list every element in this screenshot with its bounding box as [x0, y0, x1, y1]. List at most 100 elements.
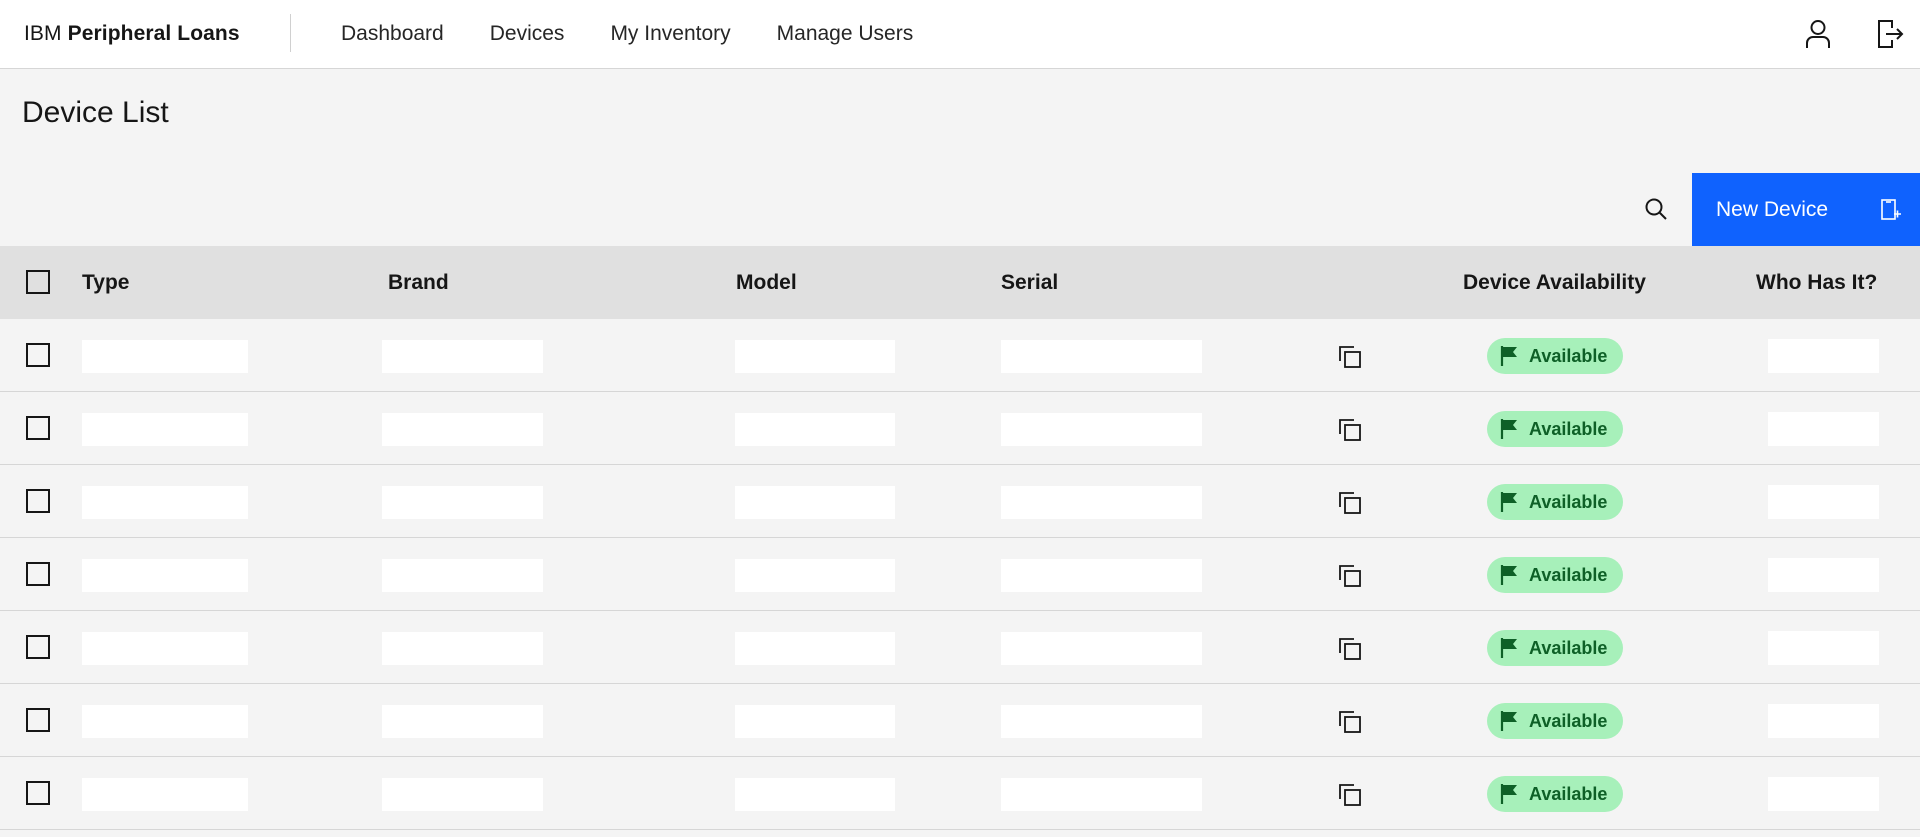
serial-cell: [1001, 340, 1202, 373]
brand-prefix: IBM: [24, 22, 62, 45]
copy-icon: [1339, 346, 1361, 368]
availability-label: Available: [1529, 345, 1608, 366]
who-has-it-cell: [1768, 558, 1879, 592]
copy-icon: [1339, 711, 1361, 733]
table-row: Available: [0, 465, 1920, 538]
row-checkbox[interactable]: [26, 343, 50, 367]
column-header-who-has-it[interactable]: Who Has It?: [1756, 246, 1877, 319]
row-checkbox[interactable]: [26, 562, 50, 586]
brand-cell: [382, 413, 543, 446]
copy-serial-button[interactable]: [1336, 781, 1364, 809]
type-cell: [82, 705, 248, 738]
copy-icon: [1339, 784, 1361, 806]
column-header-type[interactable]: Type: [82, 246, 129, 319]
copy-icon: [1339, 638, 1361, 660]
table-row: Available: [0, 611, 1920, 684]
column-header-serial[interactable]: Serial: [1001, 246, 1058, 319]
column-header-brand[interactable]: Brand: [388, 246, 449, 319]
copy-serial-button[interactable]: [1336, 635, 1364, 663]
row-checkbox[interactable]: [26, 708, 50, 732]
user-icon: [1806, 20, 1830, 48]
flag-icon: [1500, 492, 1517, 512]
table-row: Available: [0, 392, 1920, 465]
availability-label: Available: [1529, 418, 1608, 439]
flag-icon: [1500, 638, 1517, 658]
type-cell: [82, 778, 248, 811]
serial-cell: [1001, 778, 1202, 811]
copy-serial-button[interactable]: [1336, 343, 1364, 371]
availability-label: Available: [1529, 491, 1608, 512]
select-all-checkbox[interactable]: [26, 270, 50, 294]
serial-cell: [1001, 705, 1202, 738]
table-row: Available: [0, 684, 1920, 757]
nav-dashboard[interactable]: Dashboard: [318, 0, 467, 68]
copy-serial-button[interactable]: [1336, 708, 1364, 736]
row-checkbox[interactable]: [26, 635, 50, 659]
page-title: Device List: [22, 96, 169, 129]
app-brand[interactable]: IBM Peripheral Loans: [24, 0, 240, 68]
availability-label: Available: [1529, 783, 1608, 804]
flag-icon: [1500, 784, 1517, 804]
table-row: Available: [0, 757, 1920, 830]
flag-icon: [1500, 419, 1517, 439]
brand-cell: [382, 778, 543, 811]
nav-devices[interactable]: Devices: [467, 0, 588, 68]
main-nav: Dashboard Devices My Inventory Manage Us…: [318, 0, 936, 68]
brand-name: Peripheral Loans: [67, 22, 240, 45]
brand-cell: [382, 705, 543, 738]
row-checkbox[interactable]: [26, 416, 50, 440]
column-header-availability[interactable]: Device Availability: [1463, 246, 1646, 319]
status-badge: Available: [1487, 557, 1624, 593]
new-device-button[interactable]: New Device: [1692, 173, 1920, 246]
brand-cell: [382, 340, 543, 373]
brand-cell: [382, 559, 543, 592]
table-search-button[interactable]: [1626, 172, 1686, 246]
brand-cell: [382, 486, 543, 519]
status-badge: Available: [1487, 703, 1624, 739]
table-row: Available: [0, 538, 1920, 611]
add-device-icon: [1881, 199, 1901, 220]
serial-cell: [1001, 559, 1202, 592]
availability-label: Available: [1529, 564, 1608, 585]
who-has-it-cell: [1768, 704, 1879, 738]
status-badge: Available: [1487, 338, 1624, 374]
type-cell: [82, 559, 248, 592]
copy-serial-button[interactable]: [1336, 562, 1364, 590]
serial-cell: [1001, 632, 1202, 665]
flag-icon: [1500, 565, 1517, 585]
who-has-it-cell: [1768, 412, 1879, 446]
logout-button[interactable]: [1869, 12, 1913, 56]
availability-label: Available: [1529, 710, 1608, 731]
type-cell: [82, 486, 248, 519]
model-cell: [735, 559, 895, 592]
status-badge: Available: [1487, 630, 1624, 666]
copy-serial-button[interactable]: [1336, 416, 1364, 444]
copy-icon: [1339, 492, 1361, 514]
type-cell: [82, 632, 248, 665]
type-cell: [82, 413, 248, 446]
table-row: Available: [0, 319, 1920, 392]
model-cell: [735, 705, 895, 738]
copy-serial-button[interactable]: [1336, 489, 1364, 517]
new-device-label: New Device: [1716, 197, 1829, 221]
copy-icon: [1339, 565, 1361, 587]
user-profile-button[interactable]: [1796, 12, 1840, 56]
who-has-it-cell: [1768, 485, 1879, 519]
column-header-model[interactable]: Model: [736, 246, 797, 319]
header-divider: [290, 14, 291, 52]
availability-label: Available: [1529, 637, 1608, 658]
who-has-it-cell: [1768, 339, 1879, 373]
model-cell: [735, 486, 895, 519]
nav-manage-users[interactable]: Manage Users: [754, 0, 937, 68]
serial-cell: [1001, 413, 1202, 446]
top-header: IBM Peripheral Loans Dashboard Devices M…: [0, 0, 1920, 69]
status-badge: Available: [1487, 411, 1624, 447]
model-cell: [735, 778, 895, 811]
who-has-it-cell: [1768, 631, 1879, 665]
row-checkbox[interactable]: [26, 781, 50, 805]
device-table: Type Brand Model Serial Device Availabil…: [0, 246, 1920, 830]
nav-my-inventory[interactable]: My Inventory: [587, 0, 753, 68]
serial-cell: [1001, 486, 1202, 519]
flag-icon: [1500, 346, 1517, 366]
row-checkbox[interactable]: [26, 489, 50, 513]
